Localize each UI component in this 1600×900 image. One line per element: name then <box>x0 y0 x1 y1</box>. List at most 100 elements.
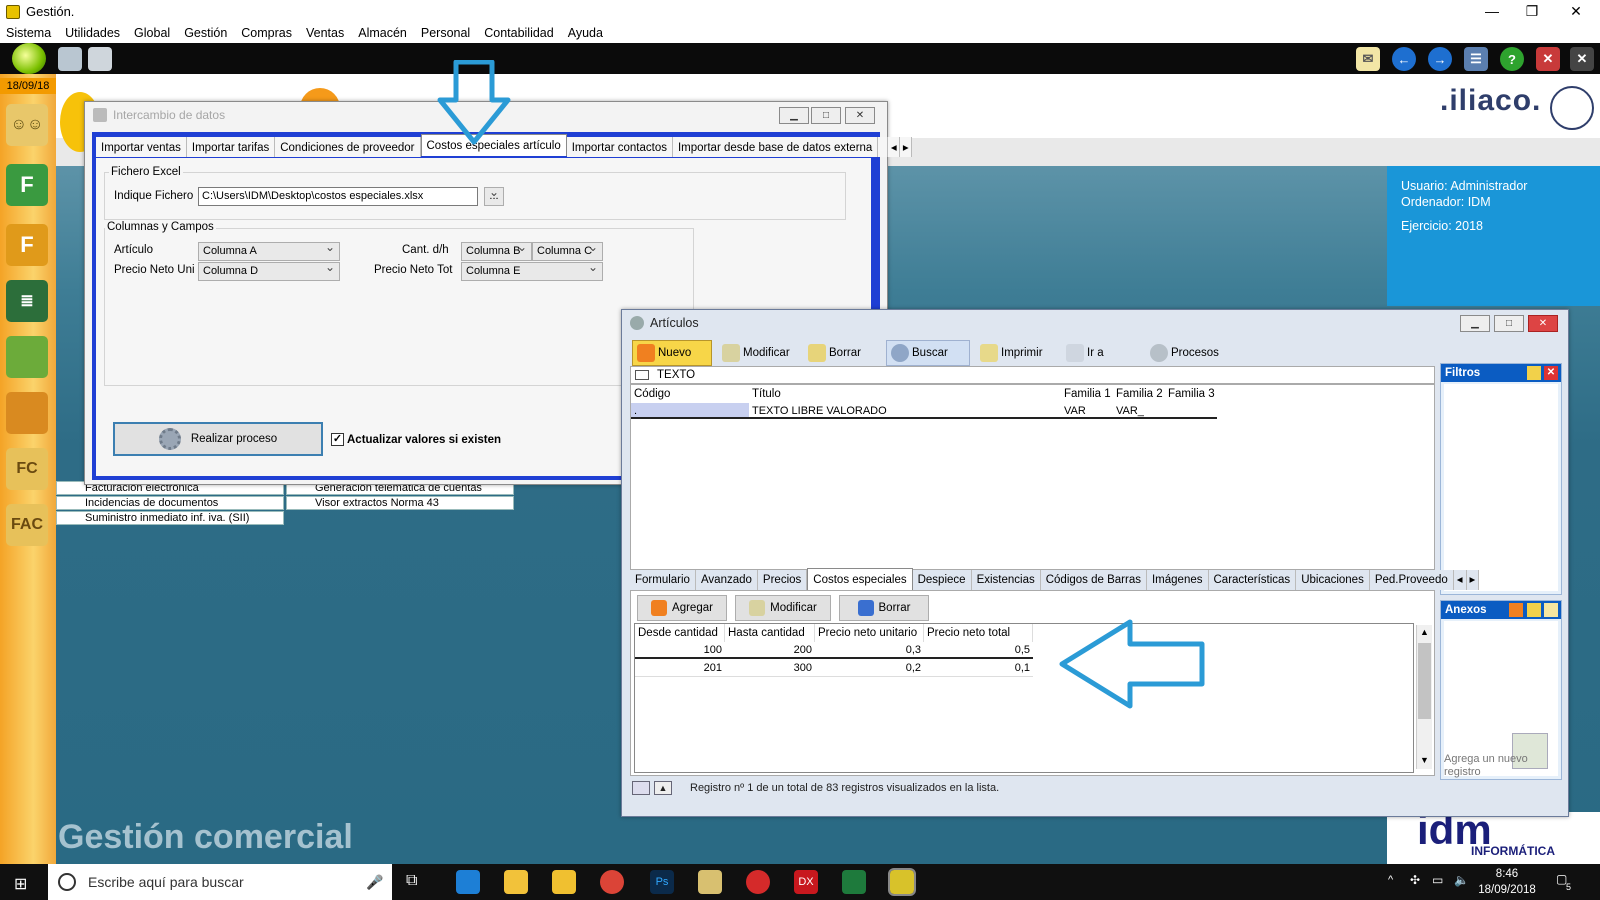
agregar-button[interactable]: Agregar <box>637 595 727 621</box>
update-checkbox-row[interactable]: ✓ Actualizar valores si existen <box>331 433 501 446</box>
tab-ped-proveedor[interactable]: Ped.Proveedo <box>1370 570 1454 590</box>
tab-importar-bd-externa[interactable]: Importar desde base de datos externa <box>672 137 879 157</box>
minimize-button[interactable]: ▁ <box>1460 315 1490 332</box>
maximize-button[interactable]: □ <box>811 107 841 124</box>
tab-formulario[interactable]: Formulario <box>630 570 696 590</box>
keyboard-icon[interactable] <box>632 781 650 795</box>
excel-icon[interactable] <box>842 870 866 894</box>
table-row[interactable] <box>1165 403 1217 419</box>
volume-icon[interactable]: 🔈 <box>1454 873 1469 887</box>
scroll-up-icon[interactable]: ▲ <box>1420 627 1429 637</box>
borrar-cost-button[interactable]: Borrar <box>839 595 929 621</box>
table-row[interactable]: VAR_ <box>1113 403 1165 419</box>
users-icon[interactable]: ☺☺ <box>6 104 48 146</box>
tab-importar-contactos[interactable]: Importar contactos <box>566 137 673 157</box>
borrar-button[interactable]: Borrar <box>804 340 874 366</box>
modificar-button[interactable]: Modificar <box>718 340 796 366</box>
close-button[interactable]: ✕ <box>1528 315 1558 332</box>
maximize-button[interactable]: □ <box>1494 315 1524 332</box>
tab-scroll-left-icon[interactable]: ◂ <box>888 137 901 157</box>
scroll-thumb[interactable] <box>1418 643 1431 719</box>
chrome-icon[interactable] <box>600 870 624 894</box>
col-desde[interactable]: Desde cantidad <box>635 624 725 642</box>
invoice-orange-icon[interactable]: F <box>6 224 48 266</box>
precio-neto-tot-select[interactable]: Columna E <box>461 262 603 281</box>
minimize-button[interactable]: ▁ <box>779 107 809 124</box>
table-row[interactable]: . <box>631 403 749 419</box>
tab-avanzado[interactable]: Avanzado <box>696 570 758 590</box>
close-icon[interactable]: ✕ <box>1558 0 1594 23</box>
list-icon[interactable]: ☰ <box>1464 47 1488 71</box>
exit-icon[interactable]: ✕ <box>1570 47 1594 71</box>
windows-start-icon[interactable]: ⊞ <box>14 874 27 894</box>
vertical-scrollbar[interactable]: ▲ ▼ <box>1416 625 1432 769</box>
menu-sistema[interactable]: Sistema <box>6 26 51 40</box>
tab-precios[interactable]: Precios <box>758 570 808 590</box>
tab-caracteristicas[interactable]: Características <box>1209 570 1297 590</box>
tab-costos-especiales[interactable]: Costos especiales <box>807 568 913 590</box>
tab-condiciones-proveedor[interactable]: Condiciones de proveedor <box>275 137 421 157</box>
calculator-icon[interactable] <box>58 47 82 71</box>
cant-hasta-select[interactable]: Columna C <box>532 242 603 261</box>
file-explorer-icon[interactable] <box>552 870 576 894</box>
menu-global[interactable]: Global <box>134 26 170 40</box>
close-icon[interactable]: ✕ <box>1544 366 1558 380</box>
menu-gestion[interactable]: Gestión <box>184 26 227 40</box>
menu-personal[interactable]: Personal <box>421 26 470 40</box>
menu-utilidades[interactable]: Utilidades <box>65 26 120 40</box>
col-codigo[interactable]: Código <box>631 385 749 403</box>
forward-arrow-icon[interactable]: → <box>1428 47 1452 71</box>
col-titulo[interactable]: Título <box>749 385 1061 403</box>
ledger-icon[interactable]: ≣ <box>6 280 48 322</box>
app-icon[interactable] <box>698 870 722 894</box>
invoice-green-icon[interactable]: F <box>6 164 48 206</box>
tab-scroll-right-icon[interactable]: ▸ <box>900 137 913 157</box>
nuevo-button[interactable]: Nuevo <box>632 340 712 366</box>
printer-icon[interactable] <box>88 47 112 71</box>
tab-ubicaciones[interactable]: Ubicaciones <box>1296 570 1370 590</box>
ir-a-button[interactable]: Ir a <box>1062 340 1122 366</box>
list-item[interactable]: Incidencias de documentos <box>56 496 284 510</box>
imprimir-button[interactable]: Imprimir <box>976 340 1056 366</box>
tab-scroll-left-icon[interactable]: ◂ <box>1454 570 1467 590</box>
articulo-select[interactable]: Columna A <box>198 242 340 261</box>
taskbar-search[interactable]: Escribe aquí para buscar 🎤 <box>48 864 392 900</box>
tab-scroll-right-icon[interactable]: ▸ <box>1467 570 1480 590</box>
chevron-up-icon[interactable]: ▲ <box>654 781 672 795</box>
table-row[interactable]: 200 <box>725 642 815 659</box>
col-familia2[interactable]: Familia 2 <box>1113 385 1165 403</box>
menu-ventas[interactable]: Ventas <box>306 26 344 40</box>
menu-compras[interactable]: Compras <box>241 26 292 40</box>
tab-importar-tarifas[interactable]: Importar tarifas <box>186 137 276 157</box>
fc-document-icon[interactable]: FC <box>6 448 48 490</box>
photoshop-icon[interactable]: Ps <box>650 870 674 894</box>
mail-app-icon[interactable] <box>504 870 528 894</box>
col-familia1[interactable]: Familia 1 <box>1061 385 1113 403</box>
dx-icon[interactable]: DX <box>794 870 818 894</box>
search-input[interactable]: TEXTO <box>630 366 1435 384</box>
table-row[interactable]: 100 <box>635 642 725 659</box>
modificar-cost-button[interactable]: Modificar <box>735 595 831 621</box>
microphone-icon[interactable]: 🎤 <box>366 864 383 900</box>
table-row[interactable]: 0,5 <box>924 642 1033 659</box>
cant-desde-select[interactable]: Columna B <box>461 242 532 261</box>
edit-icon[interactable] <box>1544 603 1558 617</box>
task-view-icon[interactable]: ⧉ <box>406 872 417 890</box>
tab-existencias[interactable]: Existencias <box>972 570 1041 590</box>
dropbox-icon[interactable]: ✣ <box>1410 873 1420 887</box>
menu-ayuda[interactable]: Ayuda <box>568 26 603 40</box>
tab-despiece[interactable]: Despiece <box>913 570 972 590</box>
realizar-proceso-button[interactable]: Realizar proceso <box>113 422 323 456</box>
shopping-bag-orange-icon[interactable] <box>6 392 48 434</box>
list-item[interactable]: Suministro inmediato inf. iva. (SII) <box>56 511 284 525</box>
network-icon[interactable]: ▭ <box>1432 873 1443 887</box>
menu-contabilidad[interactable]: Contabilidad <box>484 26 554 40</box>
tab-importar-ventas[interactable]: Importar ventas <box>96 137 187 157</box>
shopping-bag-green-icon[interactable] <box>6 336 48 378</box>
table-row[interactable]: 0,3 <box>815 642 924 659</box>
tab-imagenes[interactable]: Imágenes <box>1147 570 1209 590</box>
buscar-button[interactable]: Buscar <box>886 340 970 366</box>
tray-chevron-icon[interactable]: ^ <box>1388 874 1393 886</box>
table-row[interactable]: 0,1 <box>924 660 1033 677</box>
mail-icon[interactable]: ✉ <box>1356 47 1380 71</box>
